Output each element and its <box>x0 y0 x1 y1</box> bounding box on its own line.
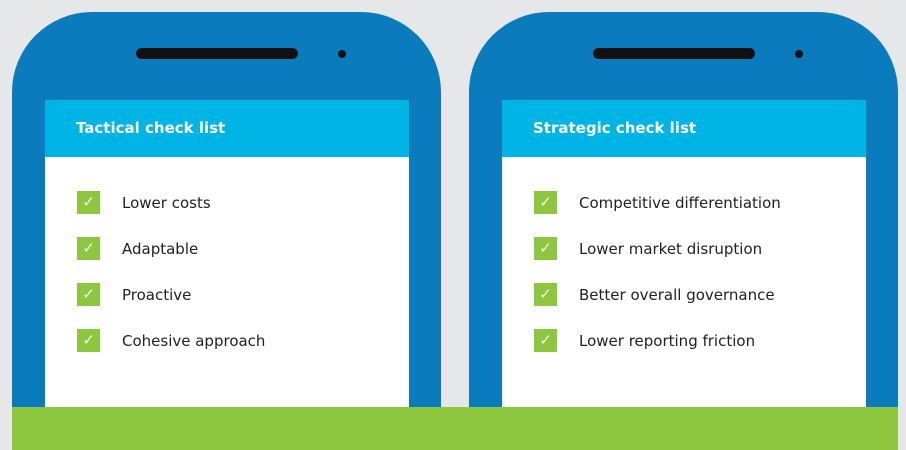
check-list-item: ✓ Cohesive approach <box>77 329 409 352</box>
phone-speaker <box>136 48 298 59</box>
checkmark-icon: ✓ <box>77 283 100 306</box>
check-list-item: ✓ Lower costs <box>77 191 409 214</box>
check-list-item-label: Proactive <box>122 285 192 304</box>
check-list-item: ✓ Better overall governance <box>534 283 866 306</box>
checkmark-icon: ✓ <box>77 191 100 214</box>
check-list-item-label: Adaptable <box>122 239 199 258</box>
check-list-item-label: Competitive differentiation <box>579 193 781 212</box>
check-list-item-label: Better overall governance <box>579 285 775 304</box>
checkmark-icon: ✓ <box>534 283 557 306</box>
check-list-item: ✓ Proactive <box>77 283 409 306</box>
phone-camera-icon <box>795 50 803 58</box>
phone-strategic: Strategic check list ✓ Competitive diffe… <box>469 12 898 412</box>
phone-tactical: Tactical check list ✓ Lower costs ✓ Adap… <box>12 12 441 412</box>
checkmark-icon: ✓ <box>534 191 557 214</box>
check-list-item: ✓ Lower reporting friction <box>534 329 866 352</box>
check-list-item-label: Lower market disruption <box>579 239 763 258</box>
check-list-item: ✓ Lower market disruption <box>534 237 866 260</box>
check-list-item-label: Lower costs <box>122 193 211 212</box>
check-list-item-label: Cohesive approach <box>122 331 266 350</box>
checkmark-icon: ✓ <box>534 237 557 260</box>
phone-screen: Tactical check list ✓ Lower costs ✓ Adap… <box>45 100 409 412</box>
checkmark-icon: ✓ <box>77 237 100 260</box>
green-footer-band <box>12 407 898 450</box>
tactical-check-list: ✓ Lower costs ✓ Adaptable ✓ Proactive ✓ … <box>45 157 409 352</box>
check-list-item: ✓ Adaptable <box>77 237 409 260</box>
strategic-check-list: ✓ Competitive differentiation ✓ Lower ma… <box>502 157 866 352</box>
phone-camera-icon <box>338 50 346 58</box>
check-list-item: ✓ Competitive differentiation <box>534 191 866 214</box>
strategic-check-list-title: Strategic check list <box>502 100 866 157</box>
tactical-check-list-title: Tactical check list <box>45 100 409 157</box>
phone-screen: Strategic check list ✓ Competitive diffe… <box>502 100 866 412</box>
phone-speaker <box>593 48 755 59</box>
checkmark-icon: ✓ <box>77 329 100 352</box>
check-list-item-label: Lower reporting friction <box>579 331 756 350</box>
checkmark-icon: ✓ <box>534 329 557 352</box>
